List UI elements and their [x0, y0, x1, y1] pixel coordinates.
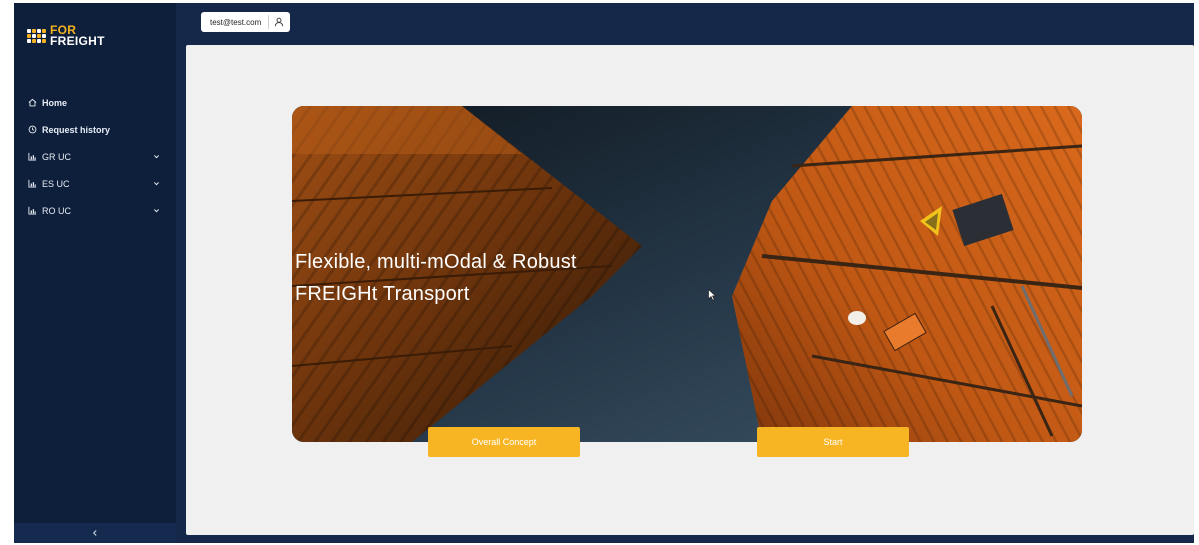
- sidebar-item-label: Home: [42, 97, 68, 108]
- sidebar-collapse-button[interactable]: [14, 523, 176, 543]
- sidebar-item-label: Request history: [42, 124, 111, 135]
- hero-banner: Flexible, multi-mOdal & Robust FREIGHt T…: [292, 106, 1082, 442]
- app-window: FOR FREIGHT Home Request history GR UC E…: [14, 3, 1194, 543]
- sidebar-item-home[interactable]: Home: [14, 89, 176, 116]
- chevron-left-icon: [92, 530, 97, 536]
- logo-mark-icon: [27, 29, 46, 43]
- hero-title: Flexible, multi-mOdal & Robust FREIGHt T…: [295, 251, 577, 305]
- sidebar: FOR FREIGHT Home Request history GR UC E…: [14, 3, 176, 543]
- sidebar-item-label: ES UC: [42, 178, 70, 189]
- main-content: Flexible, multi-mOdal & Robust FREIGHt T…: [186, 45, 1194, 535]
- clock-icon: [28, 125, 37, 134]
- user-email: test@test.com: [210, 17, 262, 27]
- mouse-cursor-icon: [708, 289, 716, 301]
- logo-text: FOR FREIGHT: [50, 24, 105, 48]
- sidebar-nav: Home Request history GR UC ES UC RO UC: [14, 89, 176, 224]
- start-button[interactable]: Start: [757, 427, 909, 457]
- sidebar-item-ro-uc[interactable]: RO UC: [14, 197, 176, 224]
- sidebar-item-label: GR UC: [42, 151, 71, 162]
- user-menu[interactable]: test@test.com: [201, 12, 291, 32]
- sidebar-item-es-uc[interactable]: ES UC: [14, 170, 176, 197]
- logo-text-bottom: FREIGHT: [50, 34, 105, 48]
- sidebar-item-request-history[interactable]: Request history: [14, 116, 176, 143]
- overall-concept-button[interactable]: Overall Concept: [428, 427, 580, 457]
- divider: [268, 15, 270, 29]
- sidebar-item-label: RO UC: [42, 205, 71, 216]
- chart-icon: [28, 179, 37, 188]
- user-icon[interactable]: [274, 17, 284, 27]
- sidebar-item-gr-uc[interactable]: GR UC: [14, 143, 176, 170]
- chart-icon: [28, 152, 37, 161]
- chevron-down-icon[interactable]: [153, 207, 160, 214]
- chevron-down-icon[interactable]: [153, 153, 160, 160]
- home-icon: [28, 98, 37, 107]
- chart-icon: [28, 206, 37, 215]
- logo[interactable]: FOR FREIGHT: [27, 23, 105, 49]
- chevron-down-icon[interactable]: [153, 180, 160, 187]
